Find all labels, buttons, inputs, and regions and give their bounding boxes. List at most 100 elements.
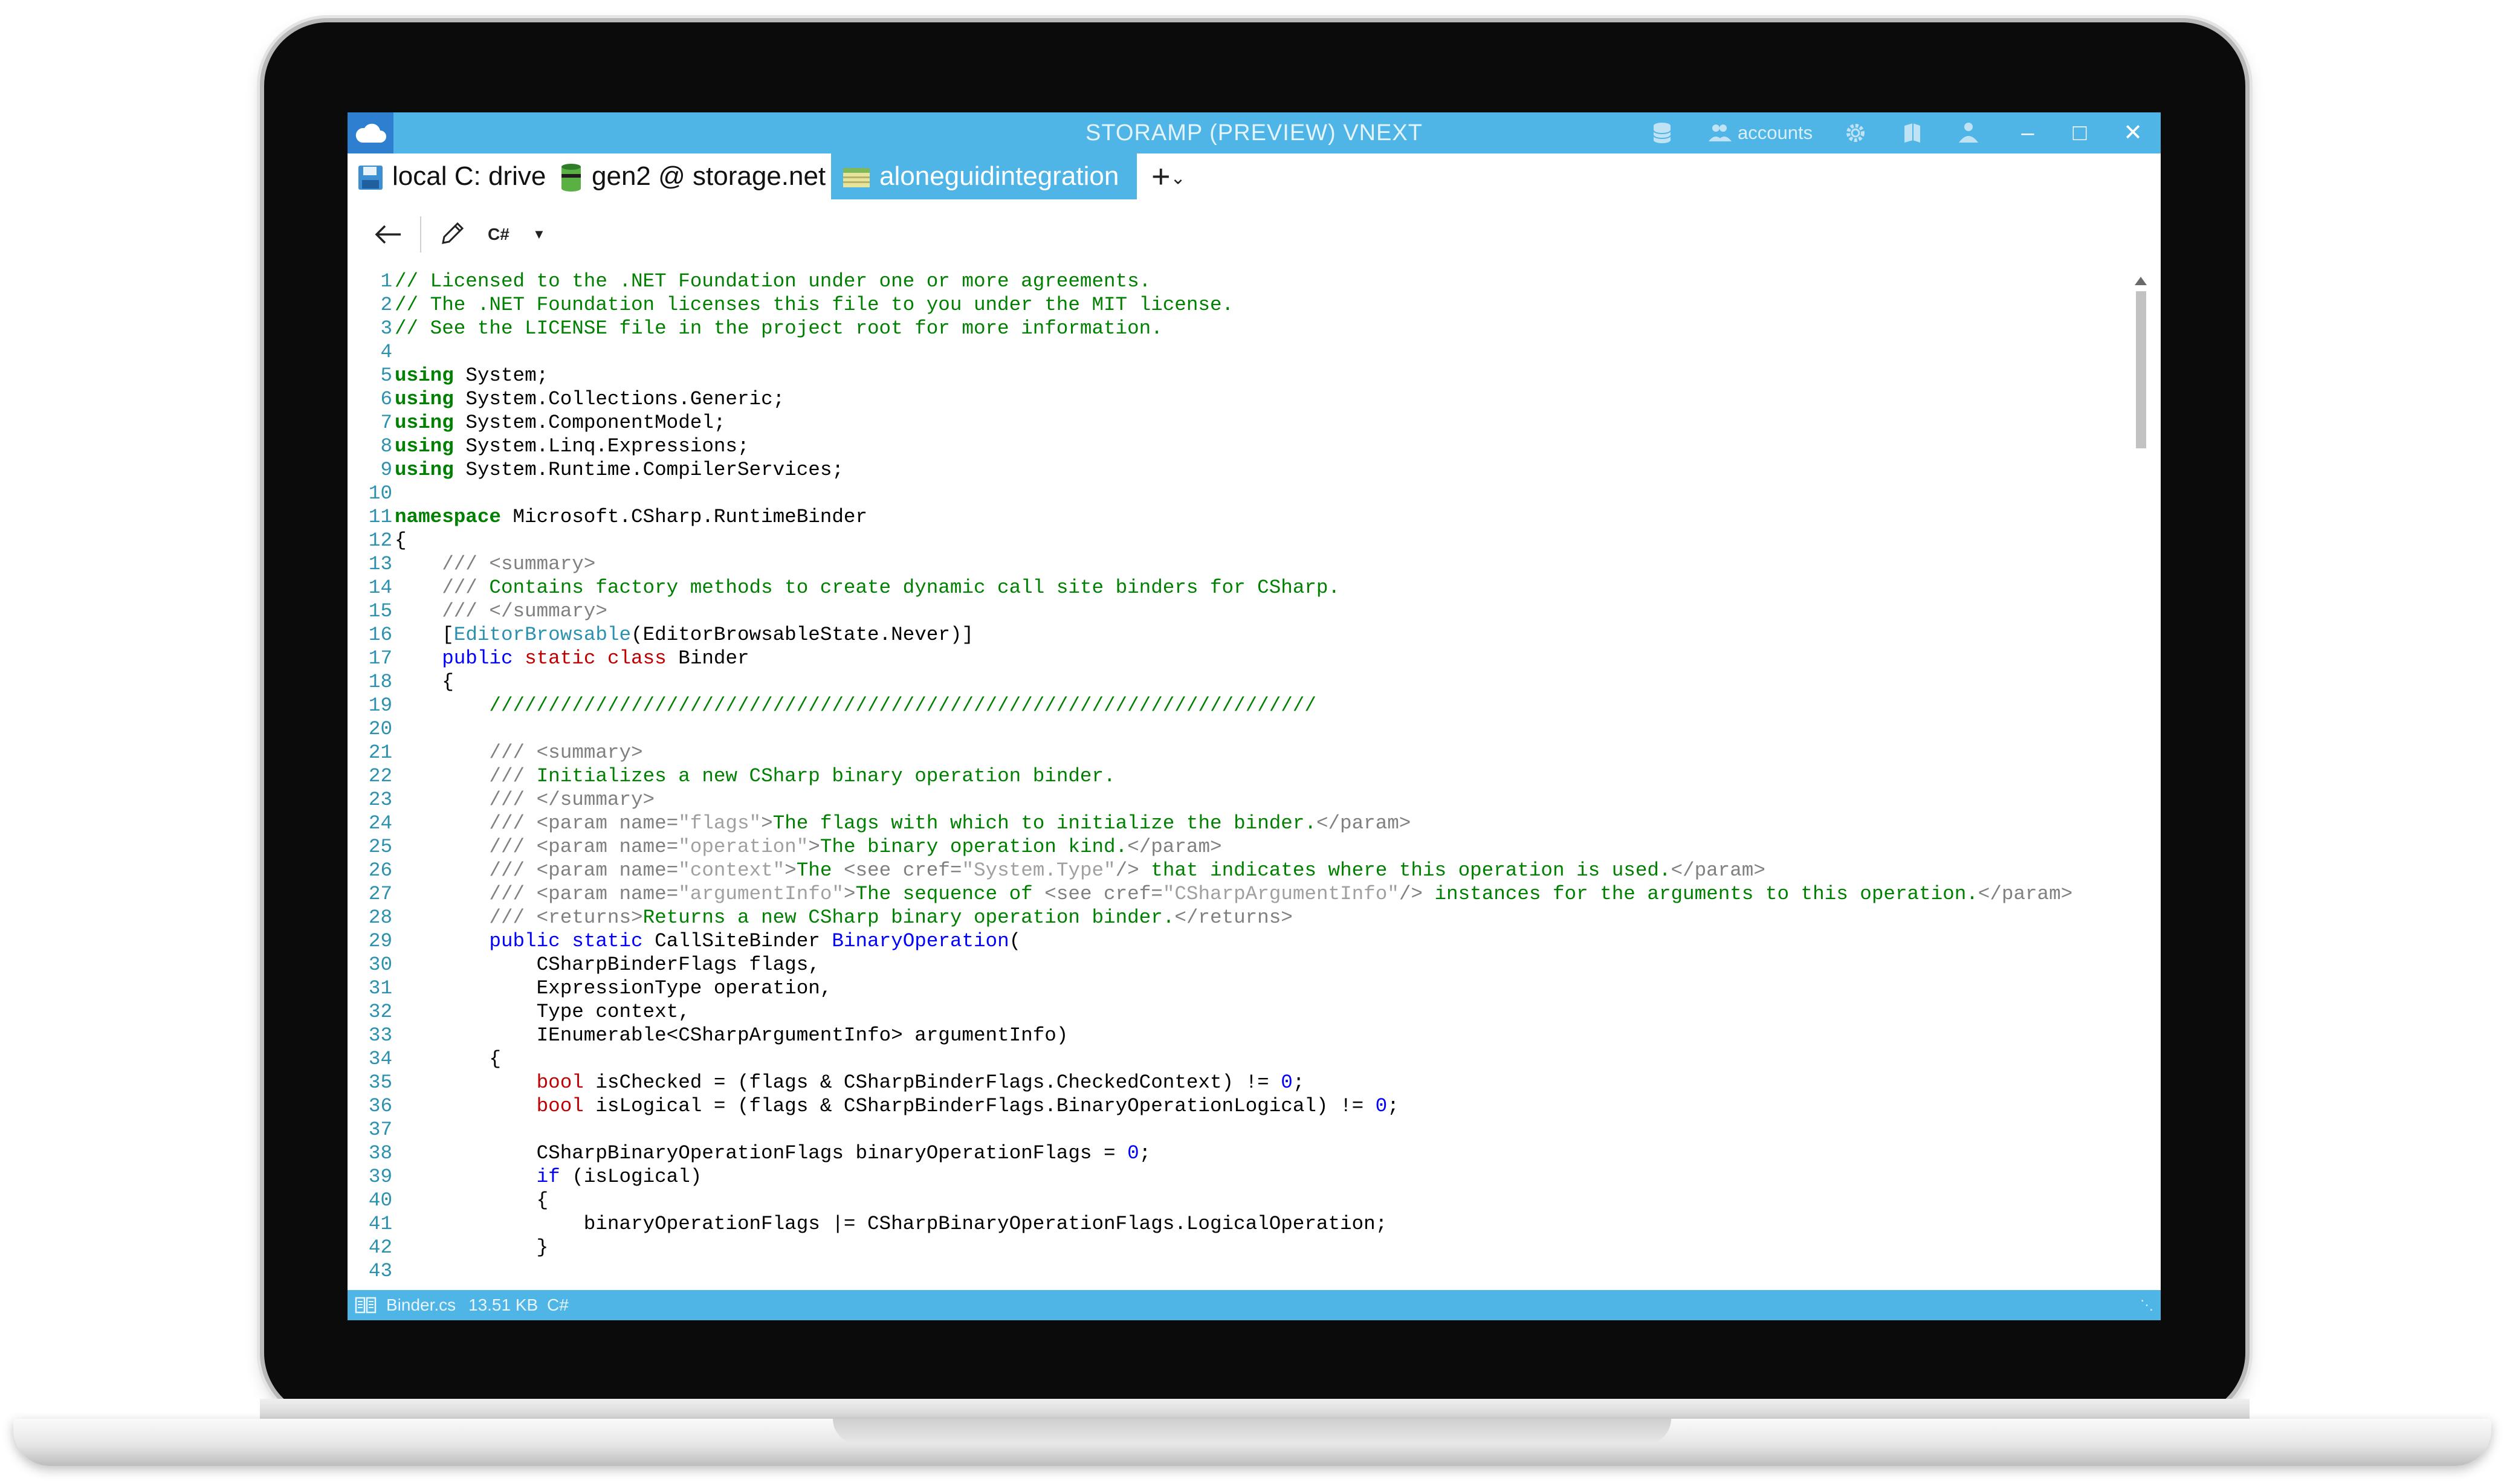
line-number: 4	[380, 341, 392, 363]
line-number: 42	[368, 1236, 392, 1259]
code-text: // Licensed to the .NET Foundation under…	[395, 270, 1151, 292]
code-text: /// <param name="operation">The binary o…	[489, 836, 1222, 858]
code-line: 36 bool isLogical = (flags & CSharpBinde…	[348, 1094, 2137, 1118]
code-line: 16 [EditorBrowsable(EditorBrowsableState…	[348, 623, 2137, 647]
app-window: STORAMP (PREVIEW) VNEXT accounts – □ ✕ l…	[348, 112, 2161, 1320]
accounts-button[interactable]: accounts	[1738, 112, 1813, 153]
gear-icon[interactable]	[1843, 121, 1868, 145]
line-number: 43	[368, 1260, 392, 1282]
tab-local-drive[interactable]: local C: drive	[352, 153, 557, 199]
line-number: 14	[368, 576, 392, 599]
code-line: 3// See the LICENSE file in the project …	[348, 317, 2137, 340]
storage-account-icon	[843, 168, 870, 188]
resize-grip-icon[interactable]: ⋱	[2140, 1290, 2153, 1320]
code-text: /// <param name="argumentInfo">The seque…	[489, 883, 2073, 905]
users-icon[interactable]	[1707, 121, 1732, 145]
code-line: 28 /// <returns>Returns a new CSharp bin…	[348, 906, 2137, 929]
cloud-icon	[355, 123, 386, 143]
code-line: 1// Licensed to the .NET Foundation unde…	[348, 269, 2137, 293]
line-number: 21	[368, 741, 392, 764]
code-line: 42 }	[348, 1236, 2137, 1259]
code-line: 40 {	[348, 1189, 2137, 1212]
code-text: // See the LICENSE file in the project r…	[395, 317, 1163, 340]
code-text: /// <param name="context">The <see cref=…	[489, 859, 1765, 882]
line-number: 16	[368, 624, 392, 646]
status-file-name: Binder.cs	[386, 1295, 456, 1314]
code-text: namespace Microsoft.CSharp.RuntimeBinder	[395, 506, 868, 528]
line-number: 40	[368, 1189, 392, 1211]
app-logo[interactable]	[348, 112, 393, 153]
code-line: 6 using System.Collections.Generic;	[348, 387, 2137, 411]
database-icon[interactable]	[1650, 121, 1674, 145]
line-number: 33	[368, 1024, 392, 1047]
laptop-base-notch	[833, 1419, 1671, 1444]
code-text: bool isLogical = (flags & CSharpBinderFl…	[536, 1095, 1399, 1117]
tab-label: local C: drive	[392, 161, 546, 191]
line-number: 35	[368, 1071, 392, 1094]
vertical-scrollbar[interactable]	[2132, 273, 2150, 1320]
minimize-button[interactable]: –	[2004, 112, 2052, 153]
add-tab-button[interactable]: +⌄	[1151, 153, 1186, 199]
tab-bar: local C: drive gen2 @ storage.net aloneg…	[348, 153, 2161, 199]
code-line: 10	[348, 482, 2137, 505]
language-select[interactable]: C#	[488, 218, 510, 251]
code-text: binaryOperationFlags |= CSharpBinaryOper…	[395, 1213, 1388, 1235]
code-line: 39 if (isLogical)	[348, 1165, 2137, 1189]
code-text: ExpressionType operation,	[395, 977, 832, 999]
code-line: 2// The .NET Foundation licenses this fi…	[348, 293, 2137, 317]
code-text: /// <param name="flags">The flags with w…	[489, 812, 1411, 834]
code-text: {	[395, 671, 454, 693]
code-line: 26 /// <param name="context">The <see cr…	[348, 859, 2137, 882]
status-bar: Binder.cs 13.51 KB C# ⋱	[348, 1290, 2161, 1320]
scrollbar-thumb[interactable]	[2136, 291, 2146, 448]
code-line: 34 {	[348, 1047, 2137, 1071]
code-text: ////////////////////////////////////////…	[489, 694, 1316, 717]
minimize-icon: –	[2021, 120, 2034, 146]
code-line: 15 /// </summary>	[348, 599, 2137, 623]
code-editor[interactable]: 1// Licensed to the .NET Foundation unde…	[348, 269, 2137, 1320]
line-number: 8	[380, 435, 392, 457]
book-icon[interactable]	[1900, 121, 1924, 145]
back-arrow-icon[interactable]	[373, 222, 403, 247]
user-profile-icon[interactable]	[1955, 121, 1979, 145]
line-number: 39	[368, 1166, 392, 1188]
code-text: /// </summary>	[489, 789, 655, 811]
code-text: public static CallSiteBinder BinaryOpera…	[489, 930, 1021, 952]
line-number: 12	[368, 529, 392, 552]
pencil-icon[interactable]	[438, 220, 466, 248]
line-number: 15	[368, 600, 392, 622]
line-number: 2	[380, 294, 392, 316]
scroll-up-icon[interactable]	[2135, 277, 2147, 285]
code-line: 5 using System;	[348, 364, 2137, 387]
code-text: // The .NET Foundation licenses this fil…	[395, 294, 1234, 316]
floppy-disk-icon	[358, 166, 383, 190]
title-bar[interactable]: STORAMP (PREVIEW) VNEXT accounts – □ ✕	[348, 112, 2161, 153]
code-text: CSharpBinaryOperationFlags binaryOperati…	[395, 1142, 1151, 1164]
line-number: 24	[368, 812, 392, 834]
code-text: if (isLogical)	[536, 1166, 702, 1188]
code-text: }	[395, 1236, 549, 1259]
tab-gen2-storage[interactable]: gen2 @ storage.net	[559, 153, 836, 199]
code-text: bool isChecked = (flags & CSharpBinderFl…	[536, 1071, 1305, 1094]
line-number: 36	[368, 1095, 392, 1117]
code-text: /// <returns>Returns a new CSharp binary…	[489, 906, 1293, 929]
close-button[interactable]: ✕	[2109, 112, 2157, 153]
code-line: 14 /// Contains factory methods to creat…	[348, 576, 2137, 599]
code-line: 8 using System.Linq.Expressions;	[348, 434, 2137, 458]
caret-down-icon[interactable]: ▼	[532, 218, 546, 251]
book-icon	[355, 1297, 377, 1314]
tab-label: gen2 @ storage.net	[592, 161, 826, 191]
code-line: 37	[348, 1118, 2137, 1141]
line-number: 3	[380, 317, 392, 340]
code-line: 24 /// <param name="flags">The flags wit…	[348, 811, 2137, 835]
maximize-button[interactable]: □	[2056, 112, 2104, 153]
tab-aloneguidintegration[interactable]: aloneguidintegration	[831, 153, 1137, 199]
code-text: {	[395, 1189, 549, 1211]
toolbar-divider	[420, 216, 421, 253]
chevron-down-icon: ⌄	[1170, 168, 1186, 189]
line-number: 32	[368, 1001, 392, 1023]
plus-icon: +	[1151, 158, 1171, 195]
editor-toolbar: C# ▼	[348, 199, 2161, 269]
line-number: 34	[368, 1048, 392, 1070]
line-number: 17	[368, 647, 392, 669]
